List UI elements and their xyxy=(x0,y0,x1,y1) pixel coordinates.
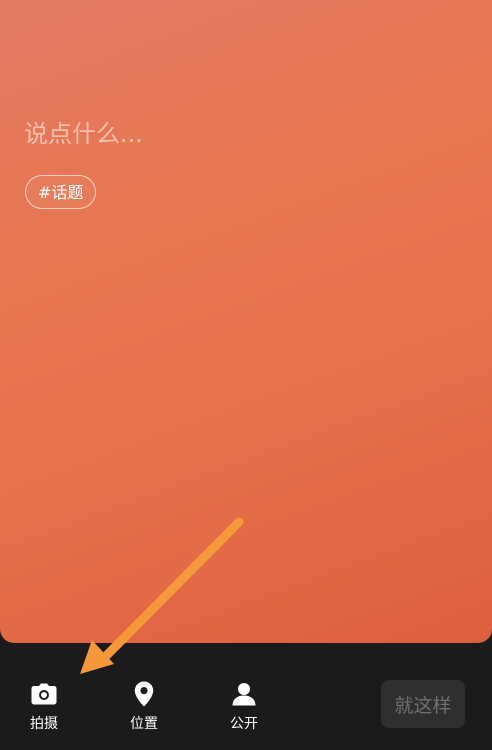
submit-button[interactable]: 就这样 xyxy=(381,680,465,728)
location-label: 位置 xyxy=(130,716,158,732)
location-button[interactable]: 位置 xyxy=(114,681,174,733)
visibility-label: 公开 xyxy=(230,716,258,732)
compose-card[interactable]: #话题 xyxy=(0,0,492,643)
bottom-toolbar: 拍摄 位置 公开 就这样 xyxy=(0,643,492,750)
camera-button[interactable]: 拍摄 xyxy=(14,681,74,733)
camera-label: 拍摄 xyxy=(30,716,58,732)
person-icon xyxy=(231,681,257,707)
compose-text-input[interactable] xyxy=(24,112,444,156)
visibility-button[interactable]: 公开 xyxy=(214,681,274,733)
compose-screen: #话题 拍摄 位置 xyxy=(0,0,492,750)
location-pin-icon xyxy=(131,681,157,707)
topic-tag-button[interactable]: #话题 xyxy=(25,175,97,209)
camera-icon xyxy=(31,681,57,707)
